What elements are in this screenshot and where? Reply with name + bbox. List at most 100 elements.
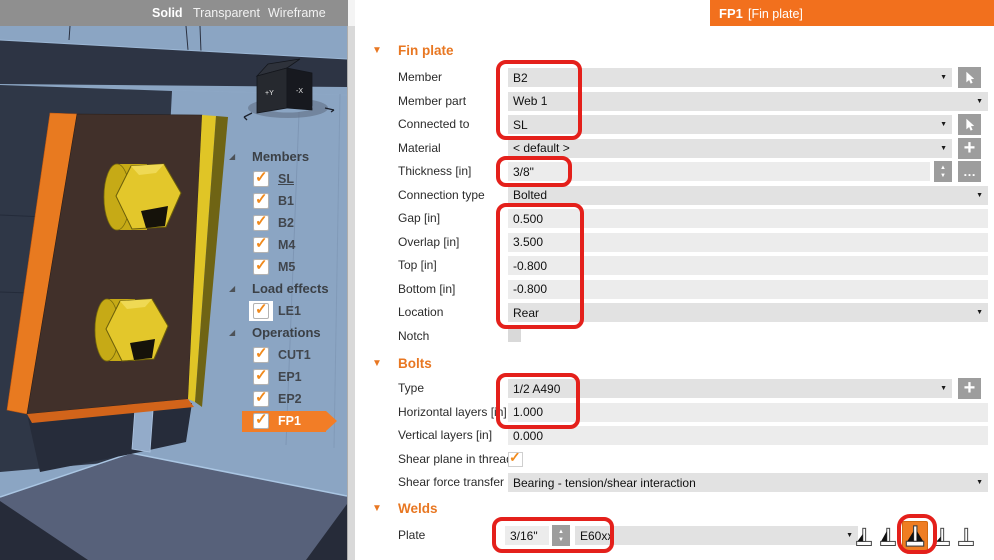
visibility-checkbox[interactable] [253, 344, 269, 363]
thickness-more-button[interactable]: … [958, 161, 981, 182]
visibility-checkbox[interactable] [253, 234, 269, 253]
visibility-checkbox[interactable] [253, 366, 269, 385]
collapse-triangle-icon[interactable]: ▼ [372, 45, 382, 56]
add-material-button[interactable]: + [958, 137, 981, 159]
visibility-checkbox[interactable] [253, 410, 269, 429]
tree-group-operations[interactable]: ◢ Operations [222, 323, 347, 345]
bottom-input[interactable]: -0.800 [508, 279, 988, 299]
cursor-icon [966, 118, 975, 131]
chevron-down-icon: ▼ [846, 532, 853, 539]
section-title: Bolts [398, 356, 432, 371]
toolbar-gap [348, 0, 355, 26]
visibility-checkbox[interactable] [253, 212, 269, 231]
tree-item-label[interactable]: FP1 [278, 414, 301, 428]
tree-item-m4[interactable]: M4 [222, 234, 347, 257]
tree-item-label[interactable]: M5 [278, 260, 295, 274]
tree-item-label[interactable]: LE1 [278, 304, 301, 318]
row-member: Member B2 ▼ [355, 67, 994, 88]
tree-expander-icon[interactable]: ◢ [229, 152, 235, 161]
weld-size-stepper[interactable]: ▲ ▼ [552, 525, 570, 546]
tree-item-cut1[interactable]: CUT1 [222, 344, 347, 367]
shear-plane-checkbox[interactable] [508, 449, 523, 467]
tree-item-b1[interactable]: B1 [222, 190, 347, 213]
location-select[interactable]: Rear ▼ [508, 303, 988, 322]
operation-subtitle: [Fin plate] [748, 6, 803, 21]
tree-expander-icon[interactable]: ◢ [229, 328, 235, 337]
weld-type-fillet-rear-button[interactable] [855, 523, 873, 550]
material-select[interactable]: < default > ▼ [508, 138, 952, 158]
tree-item-label[interactable]: EP2 [278, 392, 302, 406]
tree-item-m5[interactable]: M5 [222, 256, 347, 279]
cube-face-left-label: +Y [265, 90, 274, 97]
view-mode-wireframe[interactable]: Wireframe [268, 6, 326, 20]
view-mode-toolbar: Solid Transparent Wireframe [0, 0, 348, 26]
weld-type-butt-button[interactable] [957, 523, 975, 550]
tree-item-ep2[interactable]: EP2 [222, 388, 347, 411]
bolt-type-select[interactable]: 1/2 A490 ▼ [508, 379, 952, 398]
gap-input[interactable]: 0.500 [508, 209, 988, 228]
weld-type-fillet-front-button[interactable] [879, 523, 897, 550]
visibility-checkbox[interactable] [253, 190, 269, 209]
row-bolt-type: Type 1/2 A490 ▼ + [355, 378, 994, 399]
bolt-top[interactable] [103, 163, 182, 231]
connected-to-select[interactable]: SL ▼ [508, 115, 952, 134]
tree-group-load-effects[interactable]: ◢ Load effects [222, 279, 347, 301]
horizontal-layers-input[interactable]: 1.000 [508, 402, 988, 422]
tree-item-label[interactable]: SL [278, 172, 294, 186]
tree-item-label[interactable]: B1 [278, 194, 294, 208]
row-bottom: Bottom [in] -0.800 [355, 279, 994, 299]
row-gap: Gap [in] 0.500 [355, 209, 994, 228]
view-mode-solid[interactable]: Solid [152, 6, 183, 20]
overlap-input[interactable]: 3.500 [508, 232, 988, 252]
member-select[interactable]: B2 ▼ [508, 68, 952, 87]
connected-to-pick-button[interactable] [958, 114, 981, 135]
top-input[interactable]: -0.800 [508, 256, 988, 275]
connection-type-select[interactable]: Bolted ▼ [508, 185, 988, 205]
tree-group-label: Operations [252, 325, 321, 340]
shear-transfer-select[interactable]: Bearing - tension/shear interaction ▼ [508, 473, 988, 492]
tree-item-label[interactable]: B2 [278, 216, 294, 230]
weld-type-fillet-partial-button[interactable] [933, 523, 951, 550]
tree-expander-icon[interactable]: ◢ [229, 284, 235, 293]
tree-item-le1[interactable]: LE1 [222, 300, 347, 323]
section-fin-plate: ▼ Fin plate [355, 42, 994, 62]
weld-type-double-fillet-button[interactable] [902, 521, 928, 552]
thickness-stepper[interactable]: ▲ ▼ [934, 161, 952, 182]
add-bolt-type-button[interactable]: + [958, 378, 981, 399]
bolt-bottom[interactable] [94, 298, 169, 362]
row-thickness: Thickness [in] 3/8" ▲ ▼ … [355, 161, 994, 182]
chevron-down-icon: ▼ [940, 144, 947, 152]
tree-item-fp1[interactable]: FP1 [222, 410, 347, 433]
fillet-weld-rear-icon [856, 527, 872, 546]
row-vertical-layers: Vertical layers [in] 0.000 [355, 426, 994, 445]
visibility-checkbox[interactable] [253, 168, 269, 187]
tree-item-label[interactable]: EP1 [278, 370, 302, 384]
vertical-layers-input[interactable]: 0.000 [508, 426, 988, 445]
fillet-weld-partial-icon [934, 527, 950, 546]
member-pick-button[interactable] [958, 67, 981, 88]
collapse-triangle-icon[interactable]: ▼ [372, 503, 382, 514]
member-part-select[interactable]: Web 1 ▼ [508, 91, 988, 111]
tree-item-label[interactable]: M4 [278, 238, 295, 252]
row-horizontal-layers: Horizontal layers [in] 1.000 [355, 402, 994, 422]
weld-electrode-select[interactable]: E60xx ▼ [575, 526, 858, 545]
tree-group-label: Load effects [252, 281, 329, 296]
tree-item-ep1[interactable]: EP1 [222, 366, 347, 389]
section-title: Welds [398, 501, 438, 516]
row-location: Location Rear ▼ [355, 303, 994, 322]
visibility-checkbox[interactable] [253, 300, 269, 319]
tree-item-sl[interactable]: SL [222, 168, 347, 191]
view-mode-transparent[interactable]: Transparent [193, 6, 260, 20]
visibility-checkbox[interactable] [253, 388, 269, 407]
tree-item-label[interactable]: CUT1 [278, 348, 311, 362]
tree-group-members[interactable]: ◢ Members [222, 147, 347, 169]
weld-size-input[interactable]: 3/16" [505, 526, 549, 545]
double-fillet-weld-icon [905, 525, 925, 547]
notch-checkbox[interactable] [508, 328, 521, 342]
cube-face-right-label: -X [296, 88, 303, 95]
tree-item-b2[interactable]: B2 [222, 212, 347, 235]
row-shear-transfer: Shear force transfer Bearing - tension/s… [355, 473, 994, 492]
visibility-checkbox[interactable] [253, 256, 269, 275]
collapse-triangle-icon[interactable]: ▼ [372, 358, 382, 369]
thickness-input[interactable]: 3/8" [508, 162, 930, 181]
